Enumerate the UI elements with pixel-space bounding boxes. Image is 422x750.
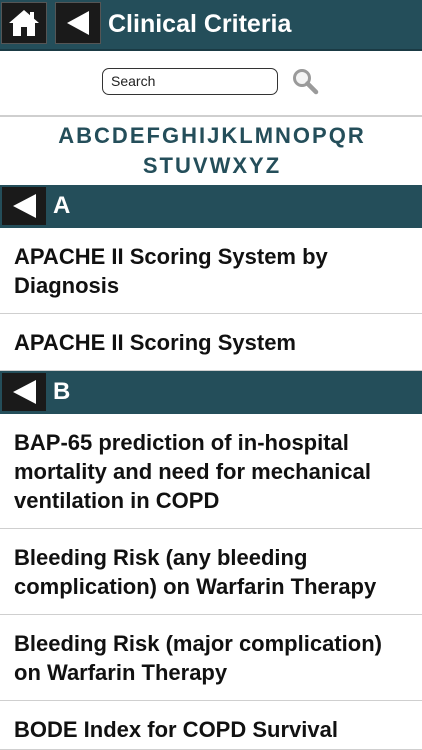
alphabet-letter-b[interactable]: B xyxy=(76,121,92,151)
alphabet-letter-j[interactable]: J xyxy=(207,121,219,151)
alphabet-letter-h[interactable]: H xyxy=(181,121,197,151)
alphabet-letter-q[interactable]: Q xyxy=(329,121,346,151)
section-header-a: A xyxy=(0,185,422,228)
list-item-label: Bleeding Risk (major complication) on Wa… xyxy=(14,631,382,685)
alphabet-letter-c[interactable]: C xyxy=(94,121,110,151)
list-item[interactable]: Bleeding Risk (any bleeding complication… xyxy=(0,529,422,615)
back-arrow-icon xyxy=(13,194,36,218)
section-letter: A xyxy=(53,192,71,219)
alphabet-letter-t[interactable]: T xyxy=(160,151,173,181)
alphabet-letter-d[interactable]: D xyxy=(112,121,128,151)
alphabet-letter-k[interactable]: K xyxy=(221,121,237,151)
magnifier-icon[interactable] xyxy=(291,67,319,95)
alphabet-letter-y[interactable]: Y xyxy=(249,151,264,181)
page-title: Clinical Criteria xyxy=(108,10,292,38)
section-back-button[interactable] xyxy=(2,373,46,411)
alphabet-letter-m[interactable]: M xyxy=(255,121,273,151)
list-item[interactable]: BODE Index for COPD Survival Prediction xyxy=(0,701,422,750)
alphabet-letter-x[interactable]: X xyxy=(232,151,247,181)
alphabet-letter-g[interactable]: G xyxy=(162,121,179,151)
list-item-label: BAP-65 prediction of in-hospital mortali… xyxy=(14,430,371,513)
list-item-label: APACHE II Scoring System xyxy=(14,330,296,355)
alphabet-letter-o[interactable]: O xyxy=(293,121,310,151)
list-item[interactable]: Bleeding Risk (major complication) on Wa… xyxy=(0,615,422,701)
search-input[interactable]: Search xyxy=(102,68,278,95)
section-letter: B xyxy=(53,378,71,405)
home-icon xyxy=(9,10,39,36)
alphabet-letter-a[interactable]: A xyxy=(58,121,74,151)
alphabet-letter-p[interactable]: P xyxy=(312,121,327,151)
back-button[interactable] xyxy=(55,2,101,44)
search-bar: Search xyxy=(0,51,422,117)
list-item[interactable]: APACHE II Scoring System by Diagnosis xyxy=(0,228,422,314)
list-item[interactable]: BAP-65 prediction of in-hospital mortali… xyxy=(0,414,422,529)
back-arrow-icon xyxy=(13,380,36,404)
alphabet-index: ABCDEFGHIJKLMNOPQR STUVWXYZ xyxy=(0,117,422,185)
alphabet-letter-s[interactable]: S xyxy=(143,151,158,181)
alphabet-letter-i[interactable]: I xyxy=(199,121,205,151)
alphabet-letter-z[interactable]: Z xyxy=(266,151,279,181)
list-item-label: APACHE II Scoring System by Diagnosis xyxy=(14,244,328,298)
alphabet-letter-r[interactable]: R xyxy=(348,121,364,151)
list-item-label: BODE Index for COPD Survival Prediction xyxy=(14,717,338,749)
alphabet-letter-e[interactable]: E xyxy=(130,121,145,151)
alphabet-letter-w[interactable]: W xyxy=(210,151,231,181)
back-arrow-icon xyxy=(67,11,89,35)
alphabet-row: ABCDEFGHIJKLMNOPQR xyxy=(0,121,422,151)
alphabet-letter-n[interactable]: N xyxy=(275,121,291,151)
list-item[interactable]: APACHE II Scoring System xyxy=(0,314,422,371)
home-button[interactable] xyxy=(1,2,47,44)
alphabet-letter-u[interactable]: U xyxy=(175,151,191,181)
section-header-b: B xyxy=(0,371,422,414)
alphabet-row: STUVWXYZ xyxy=(0,151,422,181)
section-back-button[interactable] xyxy=(2,187,46,225)
list-item-label: Bleeding Risk (any bleeding complication… xyxy=(14,545,377,599)
alphabet-letter-f[interactable]: F xyxy=(147,121,160,151)
top-bar: Clinical Criteria xyxy=(0,0,422,51)
alphabet-letter-v[interactable]: V xyxy=(193,151,208,181)
alphabet-letter-l[interactable]: L xyxy=(239,121,252,151)
